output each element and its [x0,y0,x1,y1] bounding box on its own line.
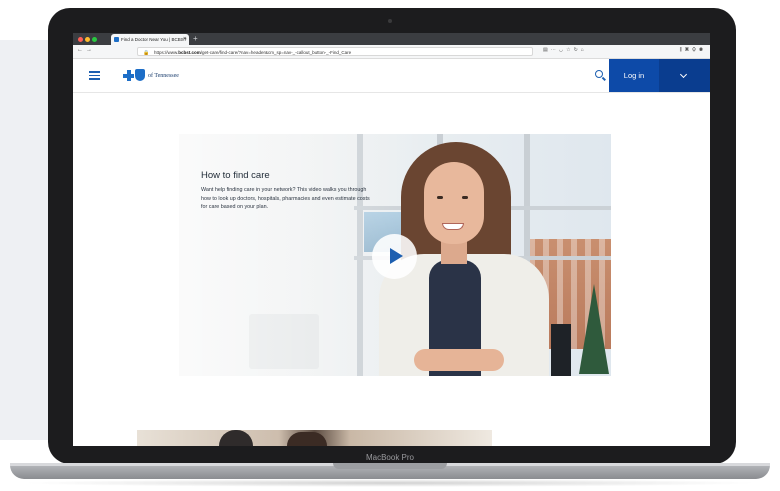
video-title: How to find care [201,170,270,181]
cross-logo-icon [123,70,134,81]
presenter-smile [442,223,464,230]
device-label: MacBook Pro [365,453,415,462]
reader-icon[interactable]: ▤ [543,47,551,53]
address-bar[interactable]: 🔒 https://www.bcbst.com/get-care/find-ca… [137,47,533,56]
sidebar-icon[interactable]: ▣ [685,47,692,53]
play-button[interactable] [372,234,417,279]
logo-text: of Tennessee [148,73,179,79]
presenter-hands [414,349,504,371]
refresh-icon[interactable]: ↻ [574,47,581,53]
tab-title: Find a Doctor Near You | BCBST [121,37,187,42]
play-icon [390,248,403,264]
tree [579,284,609,374]
account-icon[interactable]: ◉ [699,47,706,53]
laptop-screen: Find a Doctor Near You | BCBST ✕ + ←→ 🔒 … [73,33,710,446]
presenter-eye [462,196,468,199]
url-host: bcbst.com [178,50,201,55]
chair [551,324,571,376]
browser-tab[interactable]: Find a Doctor Near You | BCBST ✕ [111,34,189,45]
star-icon[interactable]: ☆ [566,47,573,53]
laptop-shadow [20,479,760,487]
video-player[interactable]: How to find care Want help finding care … [179,134,611,376]
search-icon[interactable] [595,70,603,78]
browser-tab-bar: Find a Doctor Near You | BCBST ✕ + [73,33,710,45]
content-image [137,430,492,446]
login-button[interactable]: Log in [609,59,659,92]
laptop-notch [333,463,447,469]
page-actions: ▤⋯◡☆↻⌂ [543,47,587,53]
video-description: Want help finding care in your network? … [201,187,370,211]
url-path: /get-care/find-care/?nav=header&cm_sp=na… [200,50,352,55]
presenter-eye [437,196,443,199]
home-icon[interactable]: ⌂ [581,47,587,53]
new-tab-icon[interactable]: + [193,33,198,44]
browser-toolbar: ←→ 🔒 https://www.bcbst.com/get-care/find… [73,45,710,59]
forward-icon[interactable]: → [86,47,95,53]
presenter-face [424,162,484,244]
menu-icon[interactable] [89,71,100,80]
lock-icon: 🔒 [143,50,150,56]
nav-buttons: ←→ [77,47,95,53]
favicon-icon [114,37,119,42]
close-window-button[interactable] [78,37,83,42]
extension-icons: ⫼▣⚙◉ [680,47,706,53]
tab-close-icon[interactable]: ✕ [183,34,187,45]
chevron-down-icon [679,70,688,79]
url-prefix: https://www. [154,50,179,55]
maximize-window-button[interactable] [92,37,97,42]
minimize-window-button[interactable] [85,37,90,42]
site-header: of Tennessee Log in [73,59,710,93]
camera-icon [388,19,392,23]
more-icon[interactable]: ⋯ [551,47,559,53]
back-icon[interactable]: ← [77,47,86,53]
shield-logo-icon [135,69,145,81]
pocket-icon[interactable]: ◡ [559,47,566,53]
settings-icon[interactable]: ⚙ [692,47,699,53]
login-dropdown-button[interactable] [659,59,710,92]
